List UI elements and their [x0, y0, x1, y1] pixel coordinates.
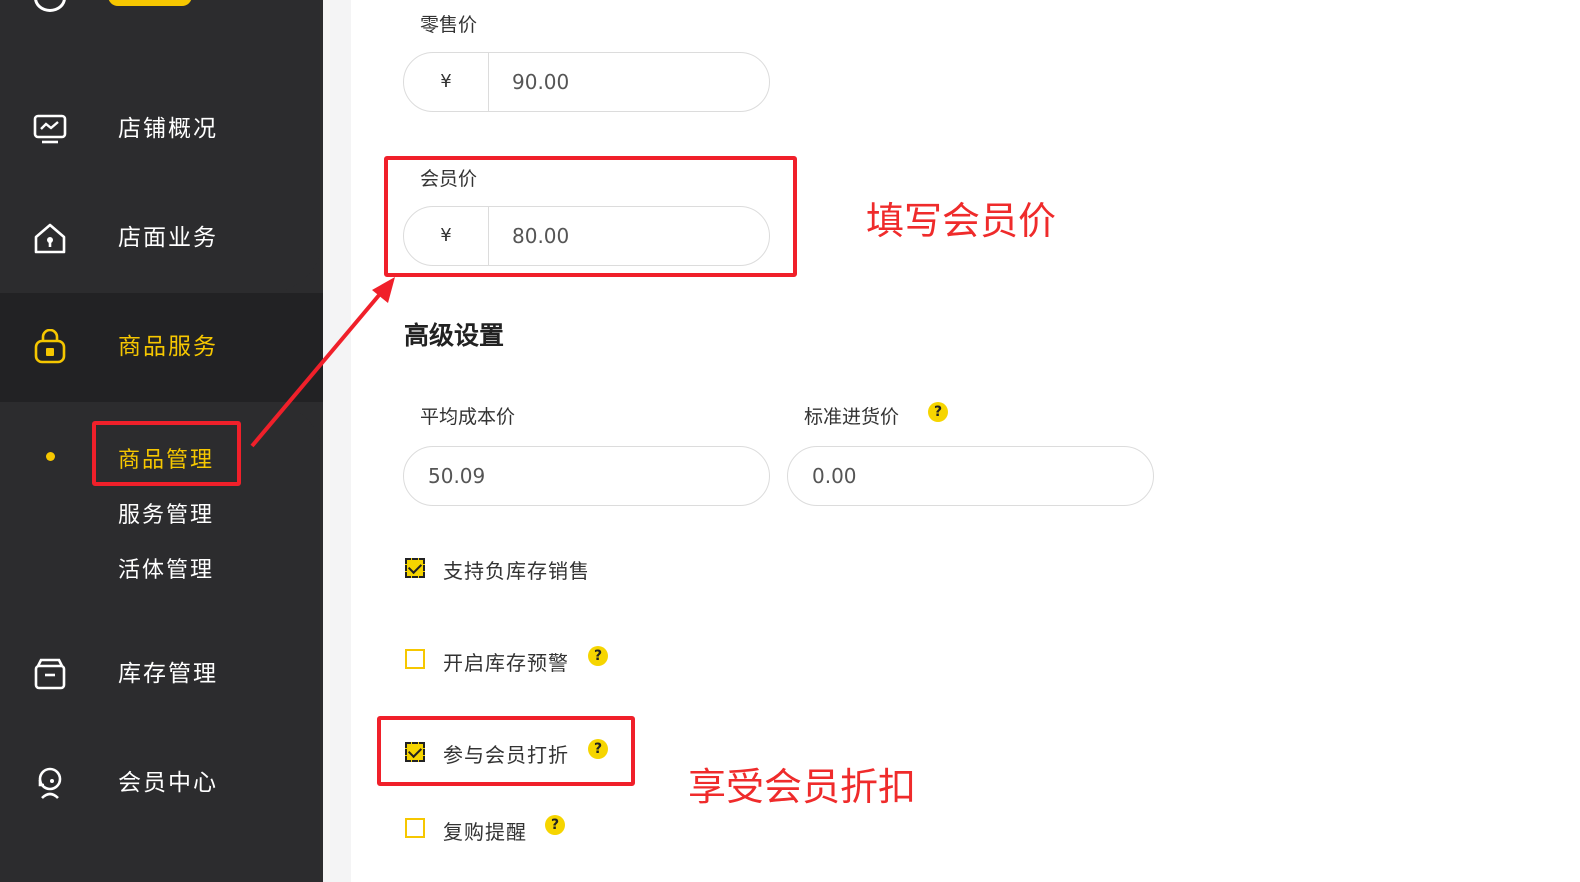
negative-stock-sale-checkbox[interactable]: [405, 558, 425, 578]
retail-price-value[interactable]: 90.00: [512, 53, 569, 111]
sidebar-item-label: 店铺概况: [118, 116, 218, 142]
sidebar-item-label: 库存管理: [118, 661, 218, 687]
archive-box-icon: [34, 658, 66, 690]
average-cost-value[interactable]: 50.09: [428, 447, 485, 505]
sidebar-item-label: 店面业务: [118, 225, 218, 251]
repurchase-reminder-checkbox[interactable]: [405, 818, 425, 838]
sidebar-item-goods-service[interactable]: 商品服务: [0, 293, 323, 402]
shopping-bag-icon: [34, 329, 66, 364]
home-icon: [34, 223, 66, 254]
check-icon: [407, 559, 423, 575]
average-cost-label: 平均成本价: [420, 406, 516, 428]
help-icon[interactable]: ?: [928, 402, 948, 422]
sidebar-item-label: 会员中心: [118, 770, 218, 796]
stock-warning-label: 开启库存预警: [443, 651, 569, 675]
standard-purchase-price-input[interactable]: 0.00: [787, 446, 1154, 506]
content-gutter: [323, 0, 351, 882]
sidebar-item-member-center[interactable]: 会员中心: [0, 729, 323, 838]
sidebar-item-label: 商品服务: [118, 334, 218, 360]
retail-price-label: 零售价: [420, 14, 478, 36]
sub-item-live-animal-management[interactable]: 活体管理: [118, 552, 214, 584]
sidebar-item-store-overview[interactable]: 店铺概况: [0, 75, 323, 184]
standard-purchase-price-value[interactable]: 0.00: [812, 447, 857, 505]
standard-purchase-price-label: 标准进货价: [804, 406, 900, 428]
help-icon[interactable]: ?: [545, 815, 565, 835]
member-headset-icon: [38, 767, 62, 799]
sidebar-item-storefront[interactable]: 店面业务: [0, 184, 323, 293]
logo-icon: [34, 0, 66, 12]
annotation-box-member-price: [384, 156, 797, 277]
logo-badge: [108, 0, 192, 6]
annotation-box-member-discount: [377, 716, 635, 786]
stock-warning-checkbox[interactable]: [405, 649, 425, 669]
monitor-icon: [33, 114, 67, 144]
annotation-box-goods-management: [92, 421, 241, 486]
negative-stock-sale-label: 支持负库存销售: [443, 559, 590, 583]
average-cost-input[interactable]: 50.09: [403, 446, 770, 506]
annotation-discount-note: 享受会员折扣: [688, 765, 917, 809]
sidebar-item-inventory[interactable]: 库存管理: [0, 620, 323, 729]
sub-item-service-management[interactable]: 服务管理: [118, 497, 214, 529]
currency-prefix: ¥: [404, 53, 489, 111]
repurchase-reminder-label: 复购提醒: [443, 820, 527, 844]
help-icon[interactable]: ?: [588, 646, 608, 666]
annotation-member-price-note: 填写会员价: [866, 199, 1057, 243]
advanced-settings-title: 高级设置: [404, 321, 505, 350]
active-sub-indicator: [46, 452, 55, 461]
retail-price-input[interactable]: ¥ 90.00: [403, 52, 770, 112]
